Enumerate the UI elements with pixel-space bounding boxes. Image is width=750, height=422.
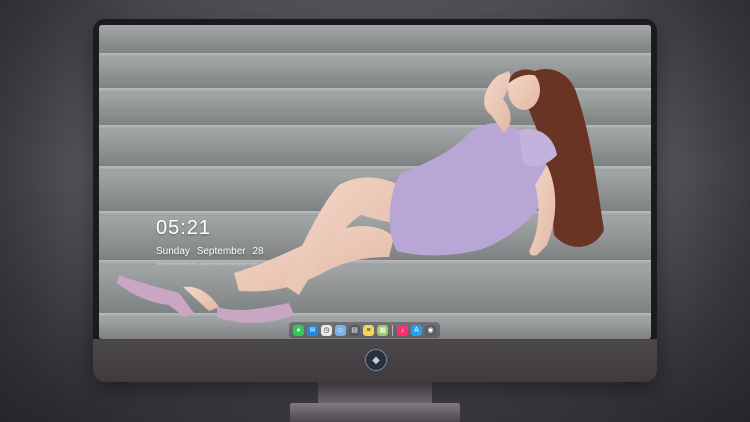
screen: 05:21 Sunday September 28 Some text unse… bbox=[99, 25, 651, 339]
lock-screen-clock: 05:21 bbox=[156, 217, 212, 239]
messages-icon[interactable]: ● bbox=[293, 324, 304, 336]
monitor-stand-base bbox=[290, 403, 460, 422]
app-store-icon[interactable]: A bbox=[411, 324, 422, 336]
wallpaper-figure bbox=[117, 68, 604, 323]
clock-icon[interactable]: ◷ bbox=[321, 324, 332, 336]
clapper-icon[interactable]: ▤ bbox=[349, 324, 360, 336]
date-month: September bbox=[196, 246, 246, 257]
date-day: 28 bbox=[252, 246, 264, 257]
lock-screen-date: Sunday September 28 bbox=[156, 246, 268, 257]
music-icon[interactable]: ♪ bbox=[397, 324, 408, 336]
camera-icon[interactable]: ◉ bbox=[425, 324, 436, 336]
date-weekday: Sunday bbox=[156, 246, 190, 257]
photos-icon[interactable]: ▦ bbox=[377, 324, 388, 336]
brand-logo-icon: ◆ bbox=[365, 349, 387, 371]
dock-separator bbox=[392, 324, 393, 336]
monitor: 05:21 Sunday September 28 Some text unse… bbox=[93, 19, 657, 382]
finder-icon[interactable]: ☺ bbox=[335, 324, 346, 336]
mail-icon[interactable]: ✉ bbox=[307, 324, 318, 336]
notes-icon[interactable]: ≡ bbox=[363, 324, 374, 336]
lock-screen-subtext: Some text unseen here, please provide so… bbox=[156, 261, 258, 266]
monitor-stand-neck bbox=[318, 382, 432, 404]
dock: ● ✉ ◷ ☺ ▤ ≡ ▦ ♪ A ◉ bbox=[289, 322, 440, 338]
monitor-chin: ◆ bbox=[93, 339, 657, 382]
